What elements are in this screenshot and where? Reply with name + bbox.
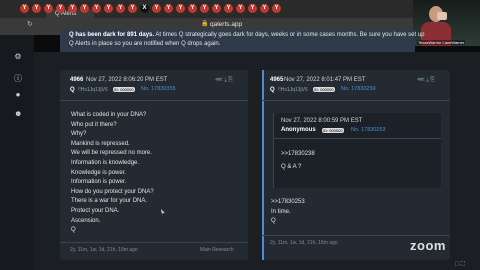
- tab-favicon-icon[interactable]: Y: [164, 4, 173, 13]
- lock-icon: 🔒: [201, 21, 209, 27]
- post-body-line: Information is power.: [71, 179, 127, 186]
- tab-favicon-icon[interactable]: Y: [224, 4, 233, 13]
- reload-icon[interactable]: ↻: [27, 20, 33, 28]
- post-divider-bottom: [60, 242, 248, 243]
- post-date: Nov 27, 2022 8:06:20 PM EST: [86, 77, 168, 83]
- tab-favicon-icon[interactable]: Y: [212, 4, 221, 13]
- github-icon[interactable]: ●: [14, 91, 22, 99]
- dark-notice-banner: Q has been dark for 891 days. At times Q…: [60, 30, 425, 52]
- post-body: What is coded in your DNA? Who put it the…: [71, 111, 154, 236]
- tab-favicon-icon[interactable]: Y: [20, 4, 29, 13]
- zoom-watermark: zoom: [410, 238, 446, 253]
- view-controls-icon[interactable]: ⬚ ⛶: [455, 261, 465, 267]
- post-divider: [60, 100, 248, 101]
- webcam-person-hand: [437, 12, 447, 20]
- tab-favicon-icon[interactable]: Y: [272, 4, 281, 13]
- quote-id-badge: ID: 000000: [322, 128, 344, 133]
- tab-favicon-icon[interactable]: Y: [200, 4, 209, 13]
- post-link[interactable]: No. 17830259: [341, 86, 376, 92]
- post-body-line: There is a war for your DNA.: [71, 198, 148, 205]
- tab-favicon-icon[interactable]: Y: [260, 4, 269, 13]
- tab-favicon-icon[interactable]: Y: [116, 4, 125, 13]
- post-date: Nov 27, 2022 8:01:47 PM EST: [284, 77, 366, 83]
- post-number[interactable]: 4966: [70, 77, 83, 83]
- post-author: Q: [70, 87, 75, 93]
- post-actions[interactable]: ⋘ ⤓ ⎘: [215, 77, 233, 84]
- quote-divider: [273, 138, 441, 139]
- quote-date: Nov 27, 2022 8:00:59 PM EST: [281, 118, 363, 124]
- post-body: >>17830253 In time. Q: [271, 198, 305, 227]
- post-body-line: Mankind is repressed.: [71, 140, 130, 147]
- post-id-badge: ID: 000000: [113, 87, 135, 92]
- tab-favicon-icon[interactable]: Y: [32, 4, 41, 13]
- post-divider-bottom: [262, 235, 450, 236]
- tab-favicon-icon[interactable]: Y: [44, 4, 53, 13]
- browser-tab-bar: Q Alerts YYYYYYYYYYXYYYYYYYYYYY: [0, 0, 480, 19]
- tab-favicon-icon[interactable]: Y: [152, 4, 161, 13]
- post-body-line: Who put it there?: [71, 121, 117, 128]
- banner-lead: Q has been dark for 891 days.: [69, 32, 155, 38]
- banner-rest: At times Q strategically goes dark for d…: [155, 32, 425, 38]
- post-body-line: Ascension.: [71, 217, 101, 224]
- quote-body: >>17830238 Q & A ?: [281, 148, 315, 174]
- banner-line2: Q Alerts in place so you are notified wh…: [69, 41, 221, 47]
- post-body-line: We will be repressed no more.: [71, 150, 152, 157]
- post-body-line: Q: [71, 227, 76, 234]
- post-accent-line: [262, 70, 264, 260]
- post-actions[interactable]: ⋘ ⤓ ⎘: [417, 77, 435, 84]
- post-body-line[interactable]: >>17830253: [271, 198, 305, 208]
- settings-icon[interactable]: ⚙: [14, 53, 22, 61]
- post-board[interactable]: Main Research: [200, 247, 234, 253]
- post-id-badge: ID: 000000: [313, 87, 335, 92]
- tab-favicon-icon[interactable]: Y: [236, 4, 245, 13]
- post-body-line[interactable]: >>17830238: [281, 148, 315, 161]
- quoted-post: Nov 27, 2022 8:00:59 PM EST Anonymous ID…: [273, 113, 441, 188]
- tab-favicon-icon[interactable]: Y: [56, 4, 65, 13]
- post-body-line: Knowledge is power.: [71, 169, 127, 176]
- post-divider: [262, 100, 450, 101]
- tab-icons: YYYYYYYYYYXYYYYYYYYYYY: [20, 4, 281, 13]
- url-text[interactable]: qalerts.app: [210, 21, 242, 28]
- tab-favicon-icon[interactable]: Y: [68, 4, 77, 13]
- quote-author: Anonymous: [281, 127, 316, 133]
- post-body-line: Information is knowledge.: [71, 159, 140, 166]
- info-icon[interactable]: ⓘ: [14, 75, 22, 83]
- post-tripcode: !!Hs1Jq13jV6: [278, 87, 308, 93]
- post-card: 4966 Nov 27, 2022 8:06:20 PM EST ⋘ ⤓ ⎘ Q…: [60, 70, 248, 260]
- tab-favicon-icon[interactable]: X: [140, 4, 149, 13]
- tab-favicon-icon[interactable]: Y: [176, 4, 185, 13]
- post-tripcode: !!Hs1Jq13jV6: [78, 87, 108, 93]
- post-body-line: In time.: [271, 208, 291, 215]
- quote-link[interactable]: No. 17830253: [351, 127, 386, 133]
- banner-text: Q has been dark for 891 days. At times Q…: [69, 31, 469, 49]
- sidebar: ⚙ ⓘ ● ☻: [0, 35, 34, 270]
- tab-favicon-icon[interactable]: Y: [92, 4, 101, 13]
- post-card: 4965 Nov 27, 2022 8:01:47 PM EST ⋘ ⤓ ⎘ Q…: [262, 70, 450, 260]
- post-body-line: What is coded in your DNA?: [71, 112, 147, 118]
- post-body-line: Q & A ?: [281, 164, 302, 170]
- post-number[interactable]: 4965: [270, 77, 283, 83]
- post-body-line: How do you protect your DNA?: [71, 188, 154, 195]
- tab-favicon-icon[interactable]: Y: [104, 4, 113, 13]
- users-icon[interactable]: ☻: [14, 110, 22, 118]
- tab-favicon-icon[interactable]: Y: [248, 4, 257, 13]
- post-author: Q: [270, 87, 275, 93]
- tab-favicon-icon[interactable]: Y: [128, 4, 137, 13]
- tab-favicon-icon[interactable]: Y: [188, 4, 197, 13]
- post-body-line: Why?: [71, 131, 87, 138]
- post-link[interactable]: No. 17830355: [141, 86, 176, 92]
- tab-favicon-icon[interactable]: Y: [80, 4, 89, 13]
- post-age: 2y, 11m, 1w, 1d, 21h, 16m ago: [270, 240, 338, 246]
- post-body-line: Q: [271, 218, 276, 225]
- post-age: 2y, 11m, 1w, 1d, 21h, 16m ago: [70, 247, 138, 253]
- post-body-line: Protect your DNA.: [71, 207, 120, 214]
- quote-border: [273, 113, 274, 188]
